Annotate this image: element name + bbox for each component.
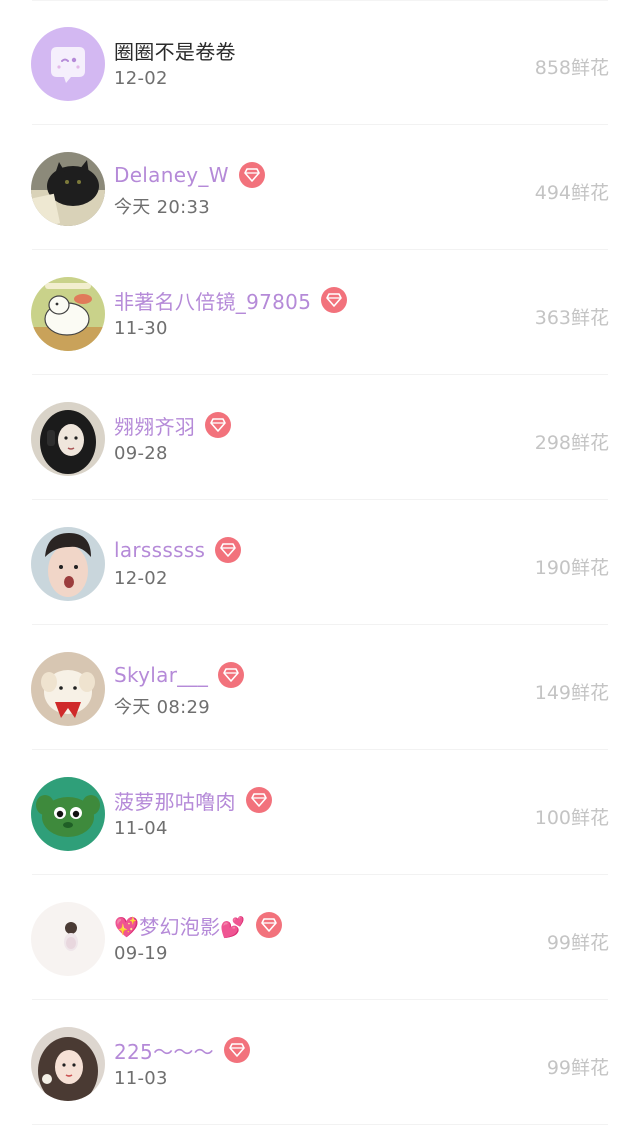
girl-headphones-avatar[interactable] bbox=[31, 402, 105, 476]
flower-ranking-list: 圈圈不是卷卷 12-02 858鲜花 Delaney_W 今天 20:33 49… bbox=[0, 0, 640, 1125]
username[interactable]: 非著名八倍镜_97805 bbox=[114, 286, 311, 315]
vip-diamond-badge-icon bbox=[238, 162, 265, 188]
cartoon-dog-avatar[interactable] bbox=[31, 277, 105, 351]
vip-diamond-badge-icon bbox=[218, 662, 245, 688]
vip-diamond-badge-icon bbox=[223, 1037, 250, 1063]
ranking-row[interactable]: Skylar___ 今天 08:29 149鲜花 bbox=[0, 625, 640, 750]
vip-diamond-badge-icon bbox=[215, 537, 242, 563]
flower-count: 100鲜花 bbox=[534, 807, 609, 829]
ranking-row[interactable]: 菠萝那咕噜肉 11-04 100鲜花 bbox=[0, 750, 640, 875]
flower-count: 190鲜花 bbox=[534, 557, 609, 579]
name-line: Delaney_W bbox=[114, 161, 265, 189]
timestamp: 09-19 bbox=[114, 943, 168, 964]
flower-count: 858鲜花 bbox=[534, 57, 609, 79]
ranking-row[interactable]: 225～～～ 11-03 99鲜花 bbox=[0, 1000, 640, 1125]
name-line: 翙翙齐羽 bbox=[114, 411, 232, 440]
ranking-row[interactable]: 翙翙齐羽 09-28 298鲜花 bbox=[0, 375, 640, 500]
flower-count: 149鲜花 bbox=[534, 682, 609, 704]
name-line: Skylar___ bbox=[114, 661, 245, 689]
username[interactable]: 菠萝那咕噜肉 bbox=[114, 786, 236, 815]
ranking-row[interactable]: 💖梦幻泡影💕 09-19 99鲜花 bbox=[0, 875, 640, 1000]
plush-toy-avatar[interactable] bbox=[31, 652, 105, 726]
flower-count: 363鲜花 bbox=[534, 307, 609, 329]
green-plush-avatar[interactable] bbox=[31, 777, 105, 851]
username[interactable]: 圈圈不是卷卷 bbox=[114, 36, 236, 65]
vip-diamond-badge-icon bbox=[245, 787, 272, 813]
name-line: 💖梦幻泡影💕 bbox=[114, 911, 282, 939]
username[interactable]: 翙翙齐羽 bbox=[114, 411, 195, 440]
username[interactable]: 💖梦幻泡影💕 bbox=[114, 911, 246, 940]
username[interactable]: 225～～～ bbox=[114, 1036, 214, 1065]
flower-count: 494鲜花 bbox=[534, 182, 609, 204]
timestamp: 11-03 bbox=[114, 1068, 168, 1089]
chat-bubble-avatar[interactable] bbox=[31, 27, 105, 101]
username[interactable]: Delaney_W bbox=[114, 163, 229, 187]
vip-diamond-badge-icon bbox=[321, 287, 348, 313]
flower-count: 99鲜花 bbox=[546, 1057, 609, 1079]
vip-diamond-badge-icon bbox=[255, 912, 282, 938]
boy-photo-avatar[interactable] bbox=[31, 527, 105, 601]
timestamp: 11-30 bbox=[114, 318, 168, 339]
name-line: 225～～～ bbox=[114, 1036, 250, 1064]
cat-photo-avatar[interactable] bbox=[31, 152, 105, 226]
name-line: 非著名八倍镜_97805 bbox=[114, 286, 348, 315]
timestamp: 今天 08:29 bbox=[114, 697, 210, 718]
username[interactable]: Skylar___ bbox=[114, 663, 208, 687]
divider bbox=[32, 1124, 608, 1125]
ranking-row[interactable]: 圈圈不是卷卷 12-02 858鲜花 bbox=[0, 0, 640, 125]
flower-count: 298鲜花 bbox=[534, 432, 609, 454]
flower-count: 99鲜花 bbox=[546, 932, 609, 954]
name-line: 圈圈不是卷卷 bbox=[114, 36, 236, 64]
name-line: larssssss bbox=[114, 536, 242, 564]
timestamp: 09-28 bbox=[114, 443, 168, 464]
ranking-row[interactable]: Delaney_W 今天 20:33 494鲜花 bbox=[0, 125, 640, 250]
vip-diamond-badge-icon bbox=[205, 412, 232, 438]
girl-portrait-avatar[interactable] bbox=[31, 1027, 105, 1101]
timestamp: 今天 20:33 bbox=[114, 197, 210, 218]
timestamp: 12-02 bbox=[114, 568, 168, 589]
ranking-row[interactable]: larssssss 12-02 190鲜花 bbox=[0, 500, 640, 625]
ranking-row[interactable]: 非著名八倍镜_97805 11-30 363鲜花 bbox=[0, 250, 640, 375]
name-line: 菠萝那咕噜肉 bbox=[114, 786, 272, 814]
timestamp: 11-04 bbox=[114, 818, 168, 839]
username[interactable]: larssssss bbox=[114, 538, 205, 562]
timestamp: 12-02 bbox=[114, 68, 168, 89]
small-figure-avatar[interactable] bbox=[31, 902, 105, 976]
